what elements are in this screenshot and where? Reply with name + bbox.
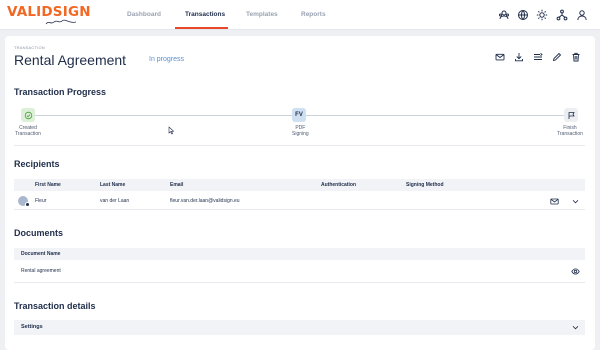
recipient-first-name: Fleur <box>35 198 47 204</box>
step-pdf-signing: FV <box>292 108 306 122</box>
step-label-pdf-signing: PDF Signing <box>292 125 309 137</box>
column-header-last-name[interactable]: Last Name <box>100 179 125 191</box>
column-header-email[interactable]: Email <box>170 179 183 191</box>
page-title: Rental Agreement <box>14 52 127 68</box>
divider <box>14 145 585 146</box>
column-header-document-name[interactable]: Document Name <box>21 248 60 260</box>
status-badge: In progress <box>149 56 185 63</box>
transaction-card: TRANSACTION Rental Agreement In progress… <box>5 36 595 350</box>
trash-icon[interactable] <box>571 52 581 62</box>
recipient-email: fleur.van.der.laan@validsign.eu <box>170 198 240 204</box>
chevron-down-icon[interactable] <box>571 323 580 332</box>
step-finish-transaction <box>564 108 578 122</box>
mouse-cursor-icon <box>168 126 174 135</box>
documents-table-header: Document Name <box>14 248 585 260</box>
active-tab-indicator <box>175 27 228 29</box>
step-label-finish: Finish Transaction <box>557 125 583 137</box>
document-name[interactable]: Rental agreement <box>21 267 61 275</box>
column-header-first-name[interactable]: First Name <box>35 179 61 191</box>
settings-accordion[interactable]: Settings <box>14 320 585 335</box>
step-initials: FV <box>295 112 303 118</box>
mail-icon[interactable] <box>495 52 505 62</box>
column-header-signing-method[interactable]: Signing Method <box>406 179 444 191</box>
logo-signature-mark <box>45 19 77 25</box>
download-icon[interactable] <box>514 52 524 62</box>
send-email-icon[interactable] <box>550 197 559 206</box>
section-title-documents: Documents <box>14 228 64 238</box>
section-title-details: Transaction details <box>14 301 96 311</box>
globe-icon[interactable] <box>517 9 529 21</box>
nav-tab-reports[interactable]: Reports <box>301 0 326 30</box>
avatar-status-badge <box>25 202 30 207</box>
chevron-down-icon[interactable] <box>571 197 580 206</box>
section-title-recipients: Recipients <box>14 159 60 169</box>
network-icon[interactable] <box>556 9 568 21</box>
recipient-last-name: van der Laan <box>100 198 130 204</box>
recipients-table-header: First Name Last Name Email Authenticatio… <box>14 179 585 191</box>
step-created-transaction <box>21 108 35 122</box>
section-title-progress: Transaction Progress <box>14 87 107 97</box>
check-icon <box>24 111 32 119</box>
eye-icon[interactable] <box>571 267 580 276</box>
breadcrumb: TRANSACTION <box>14 45 45 50</box>
nav-tab-transactions[interactable]: Transactions <box>185 0 225 30</box>
profile-icon[interactable] <box>576 9 588 21</box>
settings-label: Settings <box>21 324 43 330</box>
top-navigation-bar: VALIDSIGN Dashboard Transactions Templat… <box>0 0 600 30</box>
validsign-logo[interactable]: VALIDSIGN <box>7 4 91 28</box>
flag-icon <box>568 111 575 119</box>
table-row-divider <box>14 282 585 283</box>
nav-tab-templates[interactable]: Templates <box>246 0 278 30</box>
table-row-divider <box>14 209 585 210</box>
sun-icon[interactable] <box>536 9 548 21</box>
nav-tab-dashboard[interactable]: Dashboard <box>127 0 161 30</box>
edit-icon[interactable] <box>552 52 562 62</box>
list-icon[interactable] <box>533 52 543 62</box>
column-header-authentication[interactable]: Authentication <box>321 179 356 191</box>
step-label-created: Created Transaction <box>15 125 41 137</box>
users-icon[interactable] <box>498 9 510 21</box>
